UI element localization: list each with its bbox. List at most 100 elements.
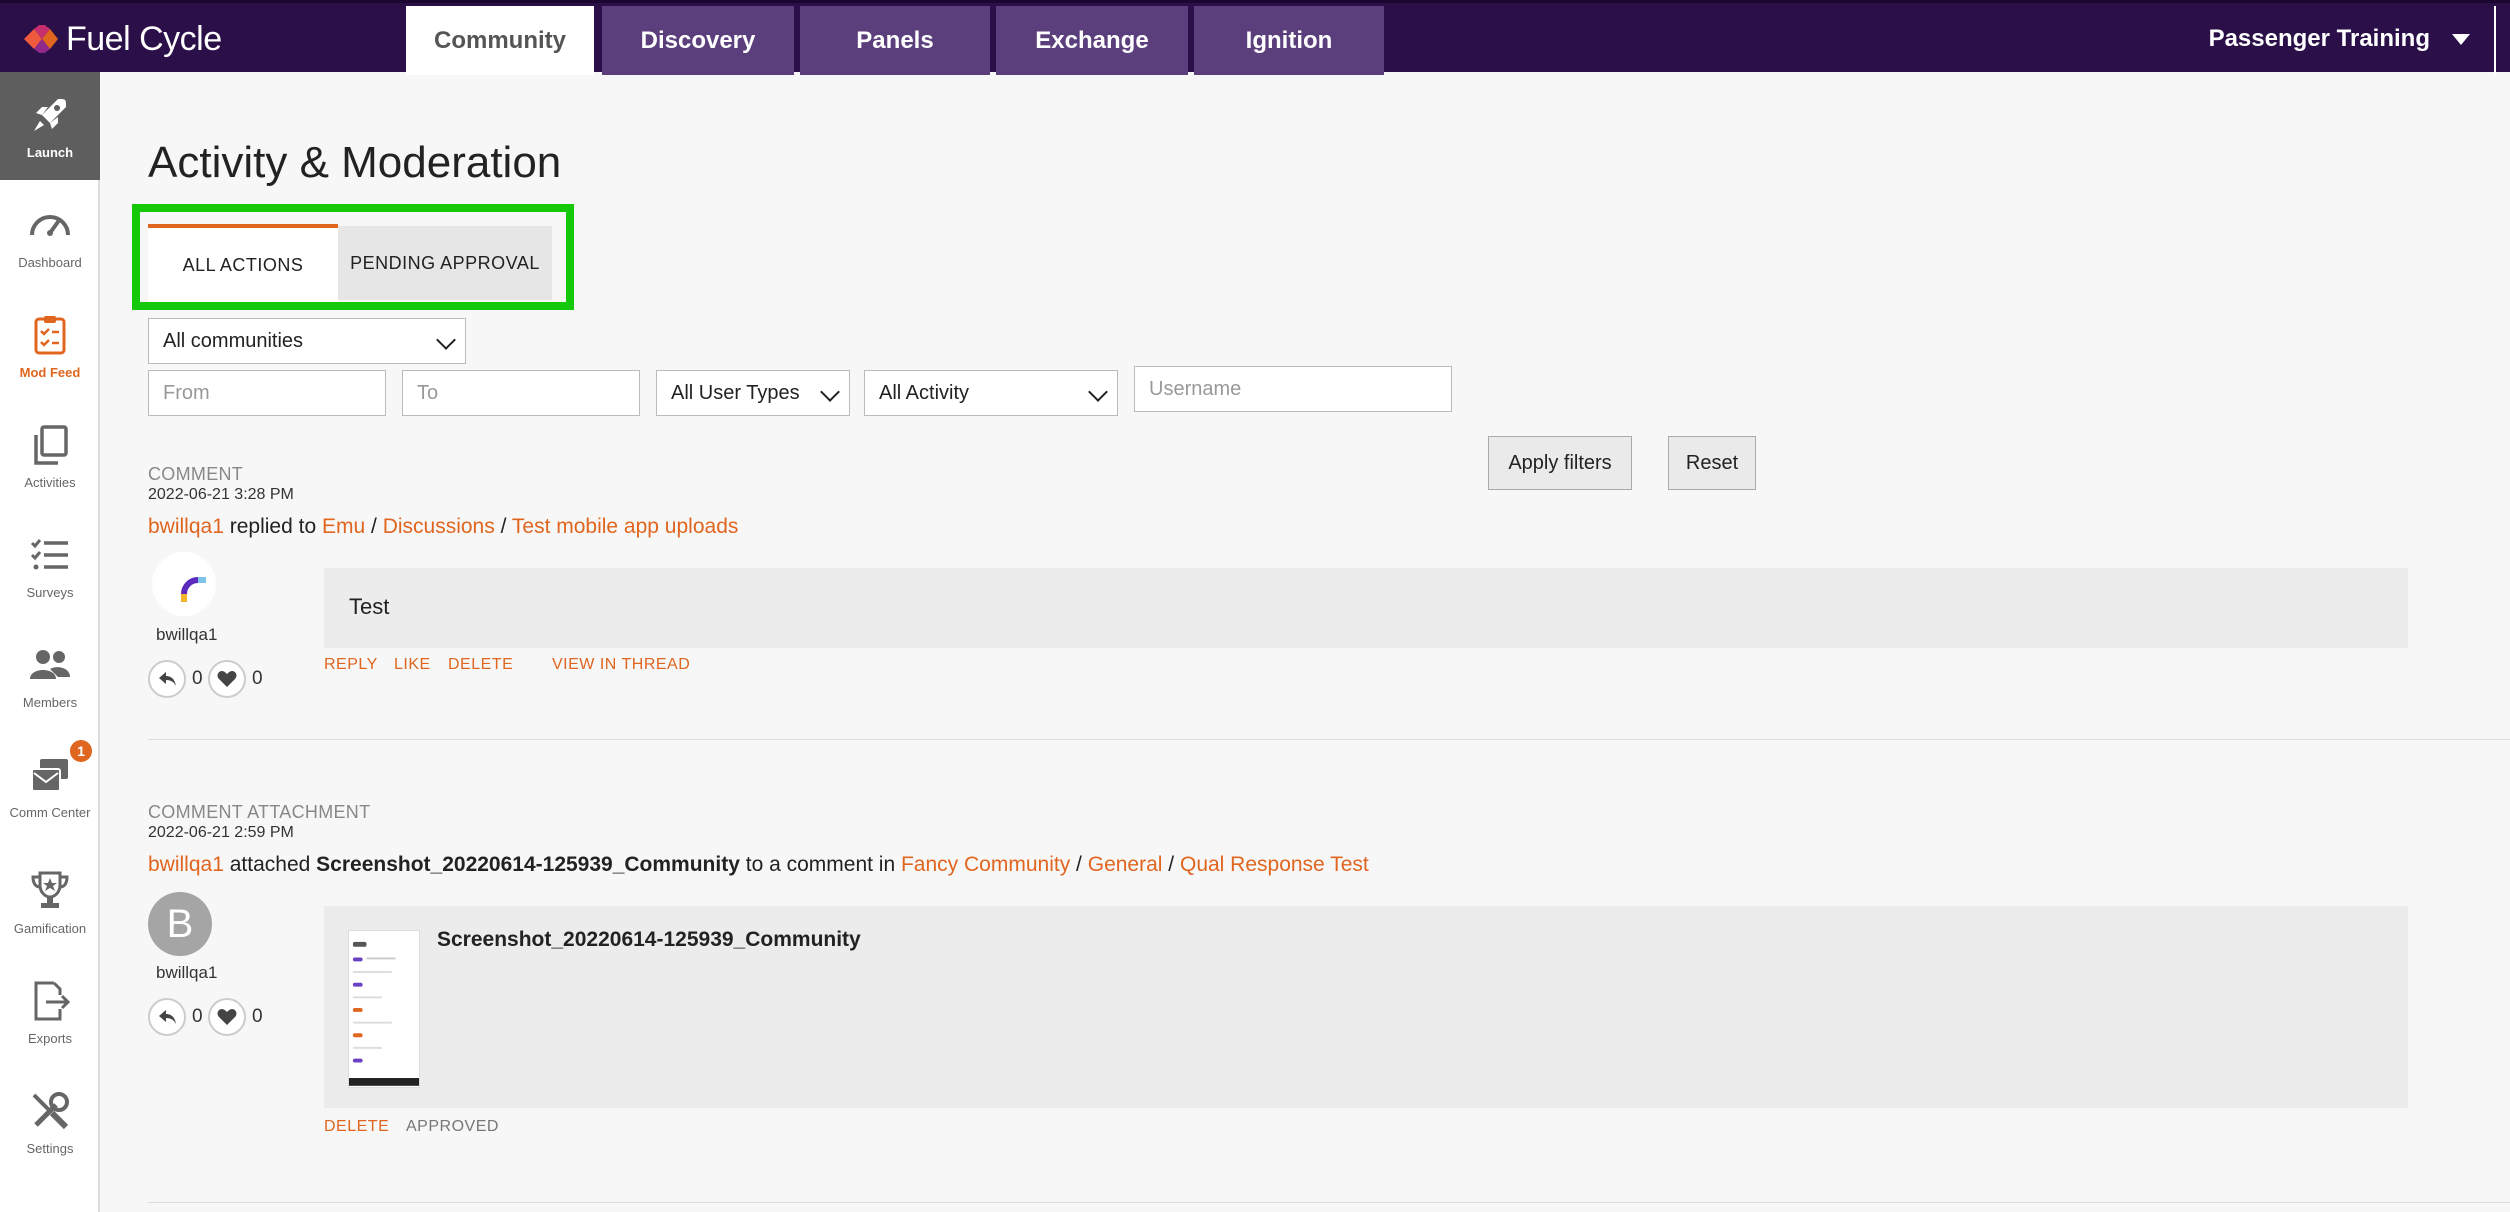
sidebar-item-dashboard[interactable]: Dashboard (0, 182, 100, 290)
path-separator: / (1168, 853, 1175, 876)
community-link[interactable]: Fancy Community (901, 853, 1070, 876)
input-placeholder: From (163, 381, 210, 404)
to-date-input[interactable]: To (402, 370, 640, 416)
reply-count: 0 (148, 998, 203, 1036)
community-link[interactable]: Emu (322, 515, 365, 538)
avatar[interactable] (152, 552, 216, 616)
entry-type: COMMENT (148, 464, 244, 484)
button-label: Apply filters (1508, 451, 1612, 474)
reply-count-value: 0 (192, 1006, 203, 1027)
sidebar-item-comm-center[interactable]: Comm Center 1 (0, 732, 100, 840)
moderation-tabs-highlight: ALL ACTIONS PENDING APPROVAL (132, 204, 574, 310)
avatar-username: bwillqa1 (156, 625, 218, 644)
username-input[interactable]: Username (1134, 366, 1452, 412)
heart-icon[interactable] (208, 998, 246, 1036)
like-count-value: 0 (252, 1006, 263, 1027)
sidebar-item-label: Comm Center (9, 804, 91, 820)
reply-link[interactable]: REPLY (324, 656, 378, 674)
path-separator: / (1076, 853, 1082, 876)
nav-tab-community[interactable]: Community (406, 6, 594, 75)
gauge-icon (30, 214, 70, 236)
chevron-down-icon (820, 382, 840, 402)
user-types-select[interactable]: All User Types (656, 370, 850, 416)
sidebar-item-activities[interactable]: Activities (0, 402, 100, 510)
activity-select[interactable]: All Activity (864, 370, 1118, 416)
account-menu[interactable]: Passenger Training (2209, 3, 2470, 75)
entry-verb: replied to (229, 515, 317, 538)
entry-date: 2022-06-21 2:59 PM (148, 824, 294, 841)
user-link[interactable]: bwillqa1 (148, 515, 224, 538)
delete-link[interactable]: DELETE (448, 656, 513, 674)
nav-tab-ignition[interactable]: Ignition (1194, 6, 1384, 75)
nav-tab-discovery[interactable]: Discovery (602, 6, 794, 75)
attachment-thumbnail[interactable] (348, 930, 420, 1088)
users-icon (30, 649, 70, 679)
apply-filters-button[interactable]: Apply filters (1488, 436, 1632, 490)
notification-badge: 1 (70, 740, 92, 762)
entry-verb: attached (229, 853, 311, 876)
sidebar-item-gamification[interactable]: Gamification (0, 848, 100, 956)
tab-all-actions[interactable]: ALL ACTIONS (148, 224, 338, 302)
delete-link[interactable]: DELETE (324, 1118, 389, 1136)
reply-icon[interactable] (148, 998, 186, 1036)
avatar-username: bwillqa1 (156, 963, 218, 982)
sidebar-item-surveys[interactable]: Surveys (0, 512, 100, 620)
sidebar-item-launch[interactable]: Launch (0, 72, 100, 180)
chevron-down-icon (436, 330, 456, 350)
comment-body: Test (324, 568, 2408, 648)
path-separator: / (500, 515, 507, 538)
sidebar-item-mod-feed[interactable]: Mod Feed (0, 292, 100, 400)
avatar[interactable]: B (148, 892, 212, 956)
reset-button[interactable]: Reset (1668, 436, 1756, 490)
like-count-value: 0 (252, 668, 263, 689)
nav-tab-exchange[interactable]: Exchange (996, 6, 1188, 75)
sidebar-item-label: Launch (26, 144, 74, 160)
top-navigation-bar: Fuel Cycle Community Discovery Panels Ex… (0, 0, 2510, 75)
input-placeholder: Username (1149, 377, 1242, 400)
community-select[interactable]: All communities (148, 318, 466, 364)
screenshot-thumbnail-image (349, 941, 419, 1086)
avatar-logo-icon (181, 577, 206, 602)
reply-count: 0 (148, 660, 203, 698)
view-in-thread-link[interactable]: VIEW IN THREAD (552, 656, 690, 674)
select-value: All communities (163, 329, 304, 352)
rocket-icon (34, 98, 66, 131)
sidebar-item-label: Exports (27, 1030, 73, 1046)
entry-middle-text: to a comment in (745, 853, 896, 876)
approval-status: APPROVED (406, 1118, 499, 1135)
tab-pending-approval[interactable]: PENDING APPROVAL (338, 226, 552, 300)
heart-icon[interactable] (208, 660, 246, 698)
nav-tab-label: Panels (856, 26, 934, 54)
select-value: All User Types (671, 381, 800, 404)
logo-text: Fuel Cycle (66, 19, 222, 58)
entry-divider (148, 739, 2510, 740)
chevron-down-icon (1088, 382, 1108, 402)
like-link[interactable]: LIKE (394, 656, 431, 674)
user-link[interactable]: bwillqa1 (148, 853, 224, 876)
entry-type: COMMENT ATTACHMENT (148, 802, 371, 822)
section-link[interactable]: Discussions (383, 515, 495, 538)
tab-label: ALL ACTIONS (182, 254, 304, 275)
reply-icon[interactable] (148, 660, 186, 698)
fuel-cycle-logo[interactable]: Fuel Cycle (24, 19, 222, 59)
section-link[interactable]: General (1088, 853, 1163, 876)
thread-link[interactable]: Test mobile app uploads (512, 515, 738, 538)
tools-icon (32, 1091, 69, 1129)
sidebar-item-label: Members (22, 694, 78, 710)
entry-date: 2022-06-21 3:28 PM (148, 486, 294, 503)
from-date-input[interactable]: From (148, 370, 386, 416)
sidebar-item-exports[interactable]: Exports (0, 958, 100, 1066)
avatar-letter: B (166, 901, 194, 946)
logo-mark-icon (24, 25, 58, 53)
clipboard-icon (34, 315, 66, 354)
sidebar-item-members[interactable]: Members (0, 622, 100, 730)
attachment-filename: Screenshot_20220614-125939_Community (316, 853, 740, 876)
nav-tab-label: Exchange (1035, 26, 1149, 54)
sidebar-item-settings[interactable]: Settings (0, 1068, 100, 1176)
thread-link[interactable]: Qual Response Test (1180, 853, 1369, 876)
select-value: All Activity (879, 381, 970, 404)
nav-tab-label: Ignition (1245, 26, 1333, 54)
nav-tab-panels[interactable]: Panels (800, 6, 990, 75)
button-label: Reset (1685, 451, 1739, 474)
trophy-icon (31, 871, 69, 908)
